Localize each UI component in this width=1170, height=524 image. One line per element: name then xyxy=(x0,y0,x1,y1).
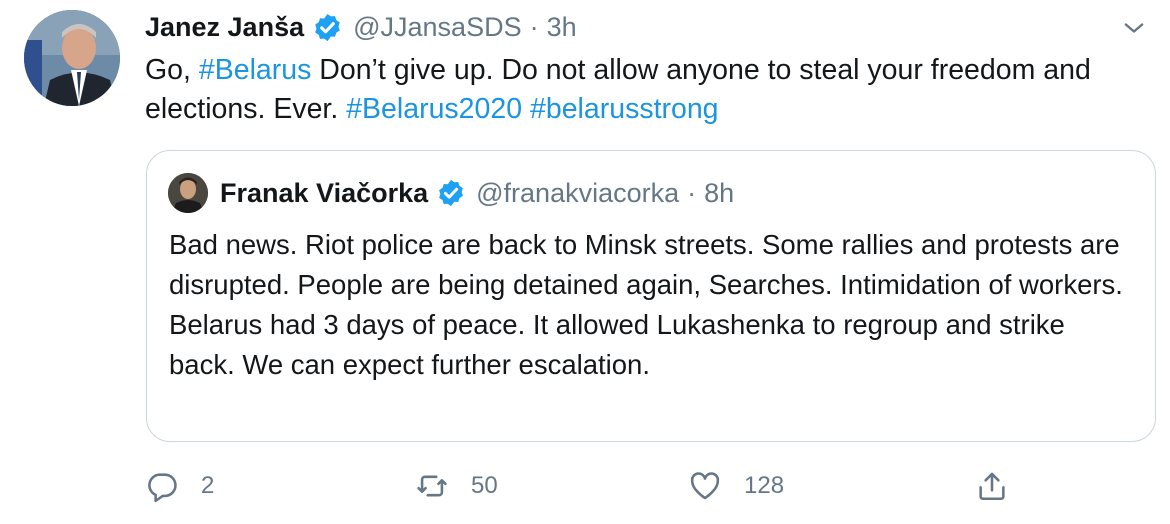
retweet-count: 50 xyxy=(471,472,498,499)
separator-dot: · xyxy=(529,11,539,42)
tweet-text-part: Go, xyxy=(145,54,199,86)
chevron-down-icon[interactable] xyxy=(1120,14,1148,42)
author-handle[interactable]: @JJansaSDS xyxy=(353,12,521,43)
tweet-actions: 2 50 128 xyxy=(145,463,1145,509)
hashtag-link[interactable]: #belarusstrong xyxy=(530,93,719,125)
verified-badge-icon xyxy=(439,179,464,207)
verified-badge-icon xyxy=(315,13,340,41)
reply-icon xyxy=(148,473,177,503)
share-icon xyxy=(979,472,1005,501)
separator-dot: · xyxy=(687,177,697,208)
retweet-icon xyxy=(417,475,447,497)
tweet-text: Go, #Belarus Don’t give up. Do not allow… xyxy=(145,51,1135,129)
tweet[interactable]: Janez Janša @JJansaSDS · 3h Go, #Belarus… xyxy=(0,0,1170,524)
hashtag-link[interactable]: #Belarus xyxy=(199,54,311,86)
quoted-timestamp[interactable]: 8h xyxy=(704,178,734,209)
quoted-avatar[interactable] xyxy=(168,173,208,213)
like-count: 128 xyxy=(744,472,785,499)
tweet-text-space xyxy=(522,93,530,125)
quoted-handle[interactable]: @franakviacorka xyxy=(476,178,679,209)
quoted-tweet-text: Bad news. Riot police are back to Minsk … xyxy=(169,229,1123,380)
reply-button[interactable]: 2 xyxy=(145,463,214,509)
hashtag-link[interactable]: #Belarus2020 xyxy=(346,93,522,125)
author-display-name[interactable]: Janez Janša xyxy=(145,12,304,43)
quoted-tweet-card[interactable]: Franak Viačorka @franakviacorka · 8h Bad… xyxy=(146,150,1156,442)
avatar[interactable] xyxy=(24,10,120,106)
tweet-header: Janez Janša @JJansaSDS · 3h xyxy=(145,8,577,46)
like-button[interactable]: 128 xyxy=(688,463,784,509)
reply-count: 2 xyxy=(201,472,215,499)
tweet-timestamp[interactable]: 3h xyxy=(547,12,577,43)
quoted-header: Franak Viačorka @franakviacorka · 8h xyxy=(220,173,734,213)
retweet-button[interactable]: 50 xyxy=(415,463,498,509)
quoted-display-name[interactable]: Franak Viačorka xyxy=(220,178,428,209)
heart-icon xyxy=(690,472,720,500)
share-button[interactable] xyxy=(975,463,1009,509)
